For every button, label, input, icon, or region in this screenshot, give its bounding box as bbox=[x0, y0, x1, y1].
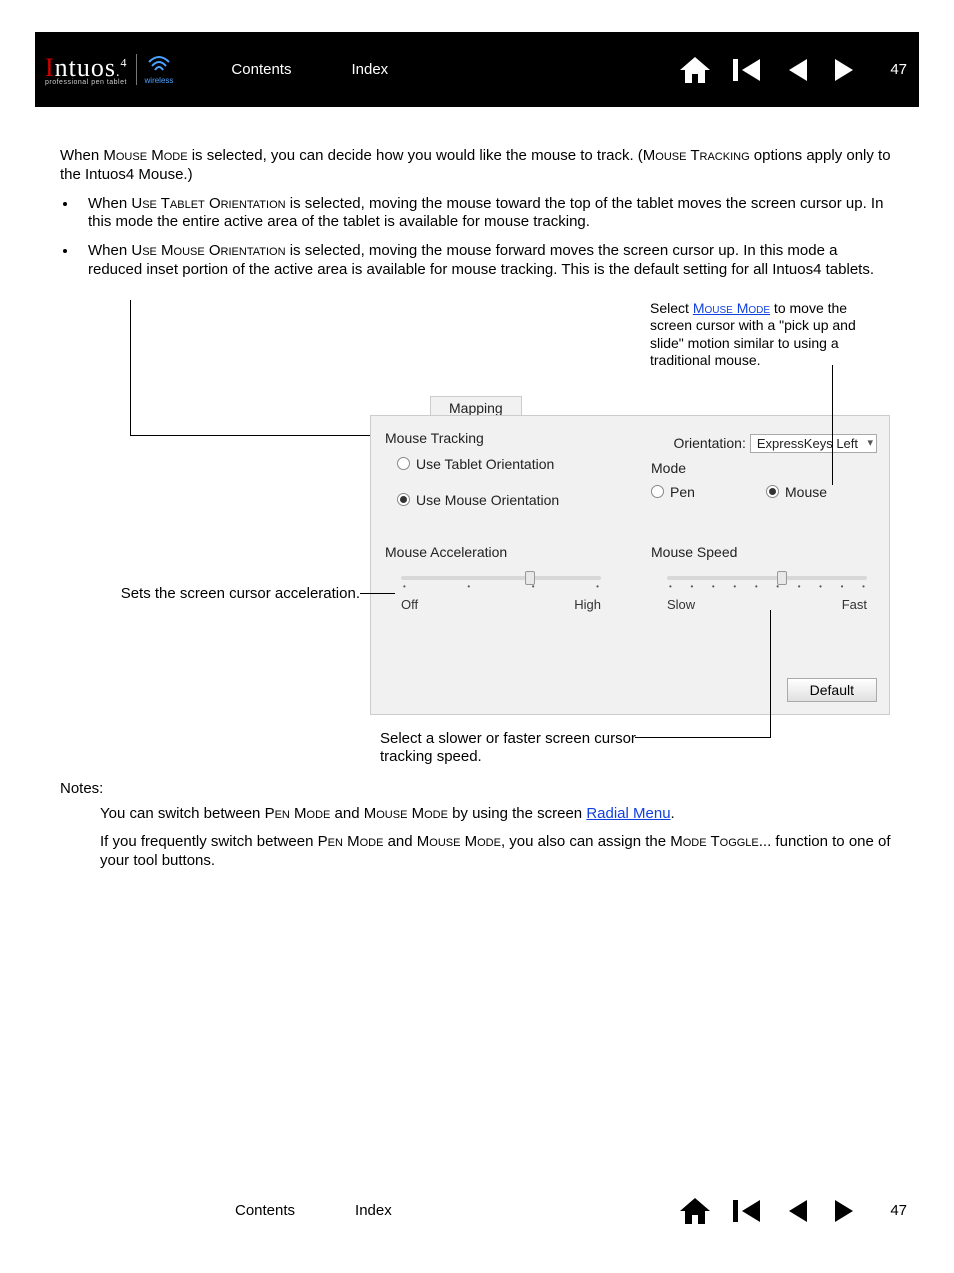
page-content: When Mouse Mode is selected, you can dec… bbox=[0, 107, 954, 891]
logo: Intuos.4 professional pen tablet wireles… bbox=[35, 53, 191, 86]
group-mode: Mode bbox=[651, 460, 686, 476]
home-icon[interactable] bbox=[678, 55, 712, 85]
first-page-icon[interactable] bbox=[730, 1196, 764, 1226]
radio-use-tablet-orientation[interactable]: Use Tablet Orientation bbox=[397, 456, 554, 472]
nav-contents-footer[interactable]: Contents bbox=[235, 1202, 295, 1219]
prev-page-icon[interactable] bbox=[782, 55, 812, 85]
logo-text: Intuos.4 bbox=[45, 53, 128, 82]
page-number-footer: 47 bbox=[890, 1202, 907, 1219]
radio-mouse-mode[interactable]: Mouse bbox=[766, 484, 827, 500]
wifi-icon bbox=[146, 54, 172, 74]
wireless-badge: wireless bbox=[136, 54, 182, 85]
callout-acceleration: Sets the screen cursor acceleration. bbox=[60, 585, 360, 602]
orientation-label: Orientation: bbox=[673, 435, 745, 451]
nav-icons: 47 bbox=[678, 55, 907, 85]
callout-mouse-mode: Select Mouse Mode to move the screen cur… bbox=[650, 300, 890, 370]
group-mouse-tracking: Mouse Tracking bbox=[385, 430, 484, 446]
notes-heading: Notes: bbox=[60, 780, 894, 797]
header-bar: Intuos.4 professional pen tablet wireles… bbox=[35, 32, 919, 107]
mapping-diagram: Select Mouse Mode to move the screen cur… bbox=[60, 300, 894, 770]
nav-contents[interactable]: Contents bbox=[231, 61, 291, 78]
footer-bar: Contents Index 47 bbox=[35, 1181, 919, 1241]
intro-paragraph: When Mouse Mode is selected, you can dec… bbox=[60, 147, 894, 185]
slider-acceleration[interactable] bbox=[401, 576, 601, 580]
orientation-dropdown[interactable]: ExpressKeys Left bbox=[750, 434, 877, 453]
radio-use-mouse-orientation[interactable]: Use Mouse Orientation bbox=[397, 492, 559, 508]
bullet-tablet-orientation: When Use Tablet Orientation is selected,… bbox=[78, 195, 894, 233]
mapping-panel: Mouse Tracking Use Tablet Orientation Us… bbox=[370, 415, 890, 715]
default-button[interactable]: Default bbox=[787, 678, 877, 702]
logo-subtitle: professional pen tablet bbox=[45, 79, 128, 86]
note-radial-menu: You can switch between Pen Mode and Mous… bbox=[100, 805, 894, 824]
group-mouse-speed: Mouse Speed bbox=[651, 544, 737, 560]
nav-index-footer[interactable]: Index bbox=[355, 1202, 392, 1219]
link-mouse-mode[interactable]: Mouse Mode bbox=[693, 300, 770, 316]
group-mouse-acceleration: Mouse Acceleration bbox=[385, 544, 507, 560]
link-radial-menu[interactable]: Radial Menu bbox=[586, 805, 670, 822]
page-number: 47 bbox=[890, 61, 907, 78]
nav-index[interactable]: Index bbox=[351, 61, 388, 78]
next-page-icon[interactable] bbox=[830, 55, 860, 85]
callout-speed: Select a slower or faster screen cursor … bbox=[380, 730, 640, 766]
next-page-icon[interactable] bbox=[830, 1196, 860, 1226]
bullet-mouse-orientation: When Use Mouse Orientation is selected, … bbox=[78, 242, 894, 280]
radio-pen-mode[interactable]: Pen bbox=[651, 484, 695, 500]
home-icon[interactable] bbox=[678, 1196, 712, 1226]
first-page-icon[interactable] bbox=[730, 55, 764, 85]
slider-speed[interactable] bbox=[667, 576, 867, 580]
prev-page-icon[interactable] bbox=[782, 1196, 812, 1226]
note-mode-toggle: If you frequently switch between Pen Mod… bbox=[100, 833, 894, 871]
